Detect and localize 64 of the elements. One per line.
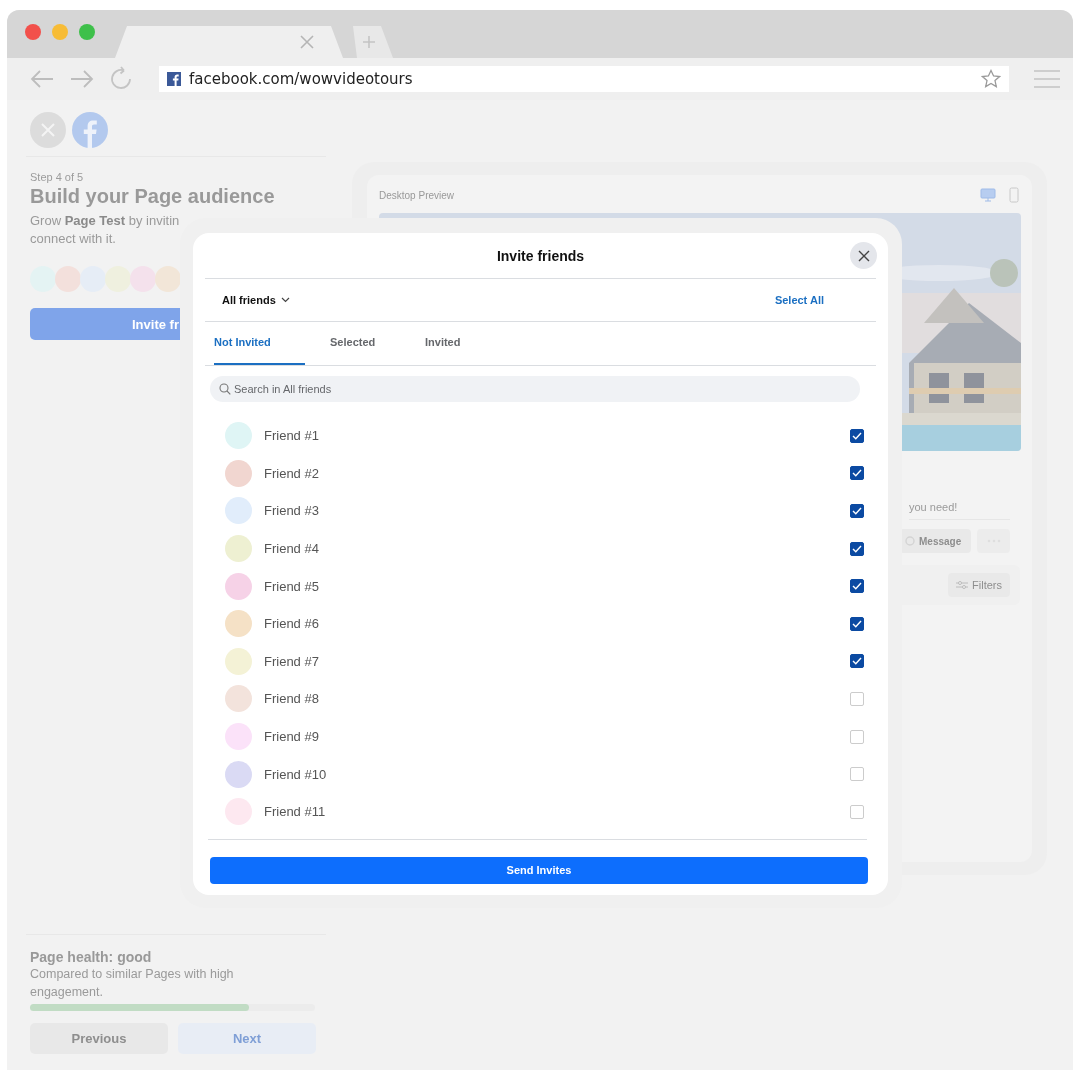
friend-row[interactable]: Friend #10 bbox=[205, 755, 876, 793]
search-icon bbox=[219, 383, 231, 395]
sliders-icon bbox=[956, 580, 969, 590]
maximize-window-icon[interactable] bbox=[79, 24, 95, 40]
friend-name: Friend #2 bbox=[264, 465, 320, 481]
health-title: Page health: good bbox=[30, 949, 153, 965]
close-icon[interactable] bbox=[299, 34, 315, 50]
friend-row[interactable]: Friend #2 bbox=[205, 454, 876, 493]
friend-row[interactable]: Friend #8 bbox=[205, 680, 876, 718]
tagline-text: you need! bbox=[909, 501, 959, 513]
friend-name: Friend #1 bbox=[264, 428, 320, 444]
tab[interactable]: Selected bbox=[330, 322, 425, 365]
friend-name: Friend #11 bbox=[264, 804, 327, 820]
friend-row[interactable]: Friend #9 bbox=[205, 717, 876, 756]
friend-name: Friend #4 bbox=[264, 541, 320, 557]
menu-icon[interactable] bbox=[1033, 69, 1061, 89]
star-icon[interactable] bbox=[981, 69, 1001, 89]
friend-name: Friend #9 bbox=[264, 729, 320, 745]
checkbox[interactable] bbox=[850, 466, 864, 481]
minimize-window-icon[interactable] bbox=[52, 24, 68, 40]
checkbox[interactable] bbox=[850, 504, 864, 518]
description-text: Grow Page Test by invitin connect with it. bbox=[30, 212, 181, 248]
health-description: Compared to similar Pages with high engagement. bbox=[30, 966, 235, 1001]
desktop-icon[interactable] bbox=[980, 187, 996, 203]
select-all-link[interactable]: Select All bbox=[774, 294, 824, 306]
friend-name: Friend #6 bbox=[264, 616, 320, 632]
friend-name: Friend #7 bbox=[264, 653, 320, 669]
phone-icon[interactable] bbox=[1008, 187, 1020, 203]
friend-name: Friend #10 bbox=[264, 766, 328, 782]
url-text: facebook.com/wowvideotours bbox=[189, 70, 414, 88]
step-counter: Step 4 of 5 bbox=[30, 171, 85, 183]
friend-row[interactable]: Friend #4 bbox=[205, 529, 876, 568]
send-invites-button[interactable]: Send Invites bbox=[210, 856, 868, 884]
friend-row[interactable]: Friend #5 bbox=[205, 567, 876, 605]
checkbox[interactable] bbox=[850, 541, 864, 556]
facebook-logo-icon bbox=[167, 72, 181, 86]
checkbox[interactable] bbox=[850, 616, 864, 631]
friend-row[interactable]: Friend #6 bbox=[205, 604, 876, 643]
friends-filter-dropdown[interactable]: All friends bbox=[222, 294, 290, 306]
friend-row[interactable]: Friend #11 bbox=[205, 792, 876, 831]
friend-name: Friend #5 bbox=[264, 578, 320, 594]
facebook-logo-icon bbox=[72, 112, 108, 148]
chevron-down-icon bbox=[280, 297, 290, 303]
close-button[interactable] bbox=[850, 242, 877, 269]
tab[interactable]: Invited bbox=[425, 322, 520, 365]
page-title: Build your Page audience bbox=[30, 185, 276, 208]
checkbox[interactable] bbox=[850, 579, 864, 594]
plus-icon bbox=[362, 35, 376, 49]
address-bar[interactable]: facebook.com/wowvideotours bbox=[159, 66, 1009, 92]
friend-name: Friend #3 bbox=[264, 503, 320, 519]
close-icon bbox=[857, 249, 870, 262]
friend-row[interactable]: Friend #1 bbox=[205, 417, 876, 455]
friend-name: Friend #8 bbox=[264, 691, 320, 707]
search-field[interactable]: Search in All friends bbox=[210, 376, 860, 402]
checkbox[interactable] bbox=[850, 428, 864, 443]
friend-row[interactable]: Friend #7 bbox=[205, 642, 876, 681]
dialog-title: Invite friends bbox=[496, 247, 585, 264]
friend-row[interactable]: Friend #3 bbox=[205, 492, 876, 530]
close-window-icon[interactable] bbox=[25, 24, 41, 40]
close-icon[interactable] bbox=[30, 112, 66, 148]
checkbox[interactable] bbox=[850, 654, 864, 669]
forward-arrow-icon[interactable] bbox=[69, 69, 95, 89]
preview-title: Desktop Preview bbox=[379, 189, 455, 201]
back-arrow-icon[interactable] bbox=[29, 69, 55, 89]
